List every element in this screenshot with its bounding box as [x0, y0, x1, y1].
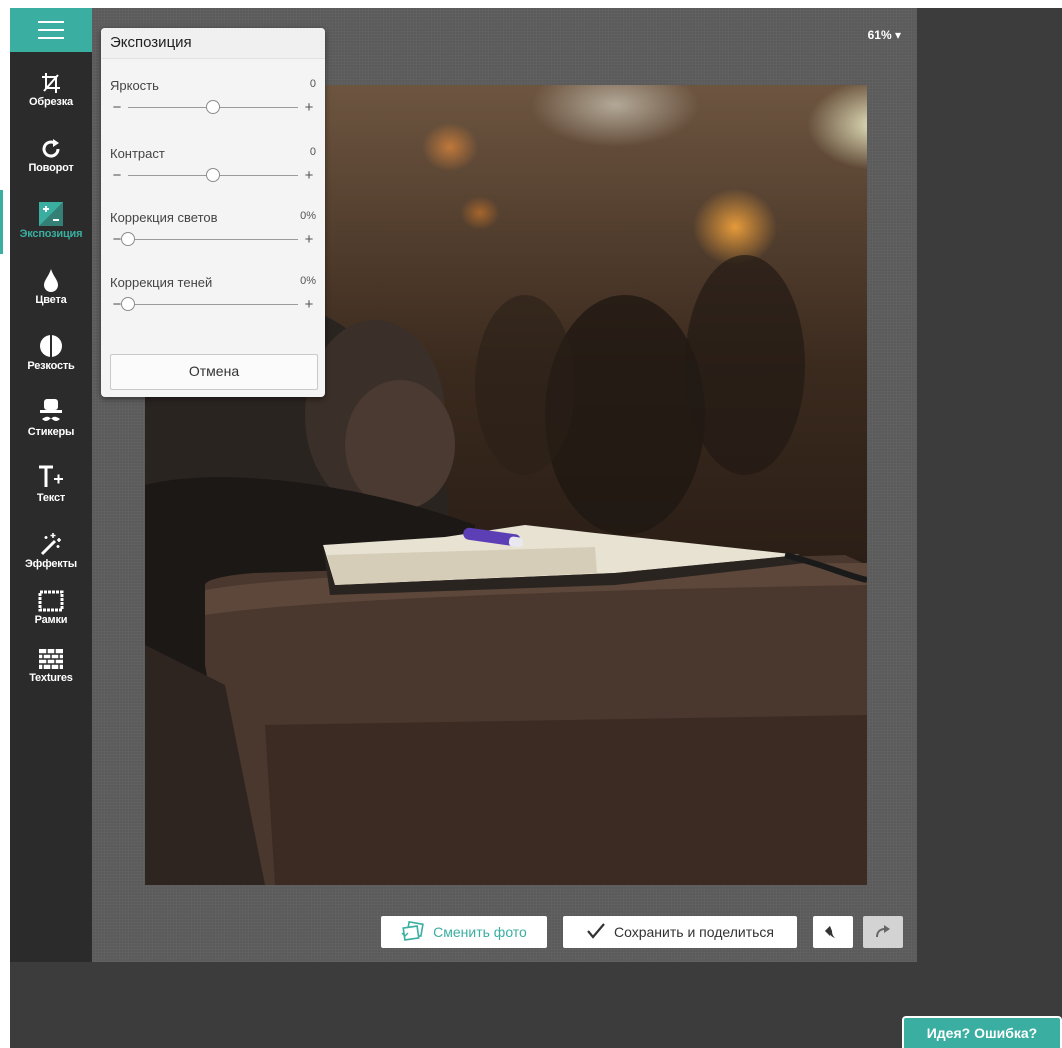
tool-label: Стикеры: [27, 426, 75, 438]
redo-button[interactable]: [863, 916, 903, 948]
increase-button[interactable]: +: [302, 167, 316, 184]
tools-sidebar: Обрезка Поворот Экспозиция Цвета Резкост…: [0, 8, 92, 962]
tool-textures[interactable]: Textures: [10, 636, 92, 698]
control-label: Коррекция светов: [110, 210, 218, 225]
tool-exposure[interactable]: Экспозиция: [0, 190, 92, 254]
control-value: 0%: [300, 210, 316, 222]
hamburger-icon: [38, 18, 64, 42]
tool-label: Обрезка: [29, 96, 73, 108]
control-label: Коррекция теней: [110, 275, 213, 290]
control-label: Яркость: [110, 78, 159, 93]
tool-crop[interactable]: Обрезка: [10, 60, 92, 122]
tool-colors[interactable]: Цвета: [10, 258, 92, 320]
magic-wand-icon: [10, 522, 92, 556]
tool-label: Резкость: [27, 360, 75, 372]
tool-rotate[interactable]: Поворот: [10, 126, 92, 188]
tool-label: Поворот: [28, 162, 74, 174]
contrast-control: Контраст 0 − +: [110, 146, 316, 185]
crop-icon: [10, 60, 92, 94]
shadows-slider[interactable]: [121, 296, 298, 311]
tool-label: Эффекты: [25, 558, 77, 570]
brick-icon: [10, 636, 92, 670]
tool-stickers[interactable]: Стикеры: [10, 390, 92, 452]
control-label: Контраст: [110, 146, 165, 161]
decrease-button[interactable]: −: [110, 99, 124, 116]
tool-effects[interactable]: Эффекты: [10, 522, 92, 584]
half-circle-icon: [10, 324, 92, 358]
checkmark-icon: [586, 922, 606, 943]
tool-label: Текст: [36, 492, 66, 504]
highlights-slider[interactable]: [121, 231, 298, 246]
undo-icon: [824, 923, 842, 942]
increase-button[interactable]: +: [302, 296, 316, 313]
photos-icon: [401, 920, 425, 944]
panel-title: Экспозиция: [101, 28, 325, 59]
control-value: 0%: [300, 275, 316, 287]
undo-button[interactable]: [813, 916, 853, 948]
control-value: 0: [309, 78, 316, 90]
text-plus-icon: [10, 456, 92, 490]
increase-button[interactable]: +: [302, 231, 316, 248]
drop-icon: [10, 258, 92, 292]
contrast-slider[interactable]: [128, 167, 298, 182]
top-strip: [0, 0, 1062, 8]
cancel-button[interactable]: Отмена: [110, 354, 318, 390]
exposure-panel: Экспозиция Яркость 0 − + Контраст 0 − + …: [101, 28, 325, 397]
exposure-icon: [10, 192, 92, 226]
tool-sharpness[interactable]: Резкость: [10, 324, 92, 386]
decrease-button[interactable]: −: [110, 167, 124, 184]
feedback-button[interactable]: Идея? Ошибка?: [902, 1016, 1062, 1048]
redo-icon: [874, 923, 892, 942]
left-strip: [0, 0, 10, 1048]
rotate-icon: [10, 126, 92, 160]
highlights-control: Коррекция светов 0% − +: [110, 210, 316, 249]
slider-knob[interactable]: [206, 167, 220, 182]
increase-button[interactable]: +: [302, 99, 316, 116]
slider-knob[interactable]: [121, 231, 135, 246]
menu-button[interactable]: [10, 8, 92, 52]
brightness-control: Яркость 0 − +: [110, 78, 316, 117]
slider-knob[interactable]: [206, 99, 220, 114]
tool-frames[interactable]: Рамки: [10, 578, 92, 640]
tool-label: Textures: [29, 672, 73, 684]
zoom-value: 61%: [867, 28, 892, 42]
zoom-selector[interactable]: 61% ▾: [868, 28, 901, 42]
tool-label: Рамки: [34, 614, 68, 626]
tool-text[interactable]: Текст: [10, 456, 92, 518]
caret-down-icon: ▾: [894, 28, 901, 42]
tool-label: Экспозиция: [19, 228, 83, 240]
frame-icon: [10, 578, 92, 612]
save-share-button[interactable]: Сохранить и поделиться: [563, 916, 797, 948]
save-share-label: Сохранить и поделиться: [614, 924, 774, 940]
brightness-slider[interactable]: [128, 99, 298, 114]
change-photo-button[interactable]: Сменить фото: [381, 916, 547, 948]
tool-label: Цвета: [35, 294, 67, 306]
control-value: 0: [309, 146, 316, 158]
hat-mustache-icon: [10, 390, 92, 424]
change-photo-label: Сменить фото: [433, 924, 527, 940]
slider-knob[interactable]: [121, 296, 135, 311]
shadows-control: Коррекция теней 0% − +: [110, 275, 316, 314]
